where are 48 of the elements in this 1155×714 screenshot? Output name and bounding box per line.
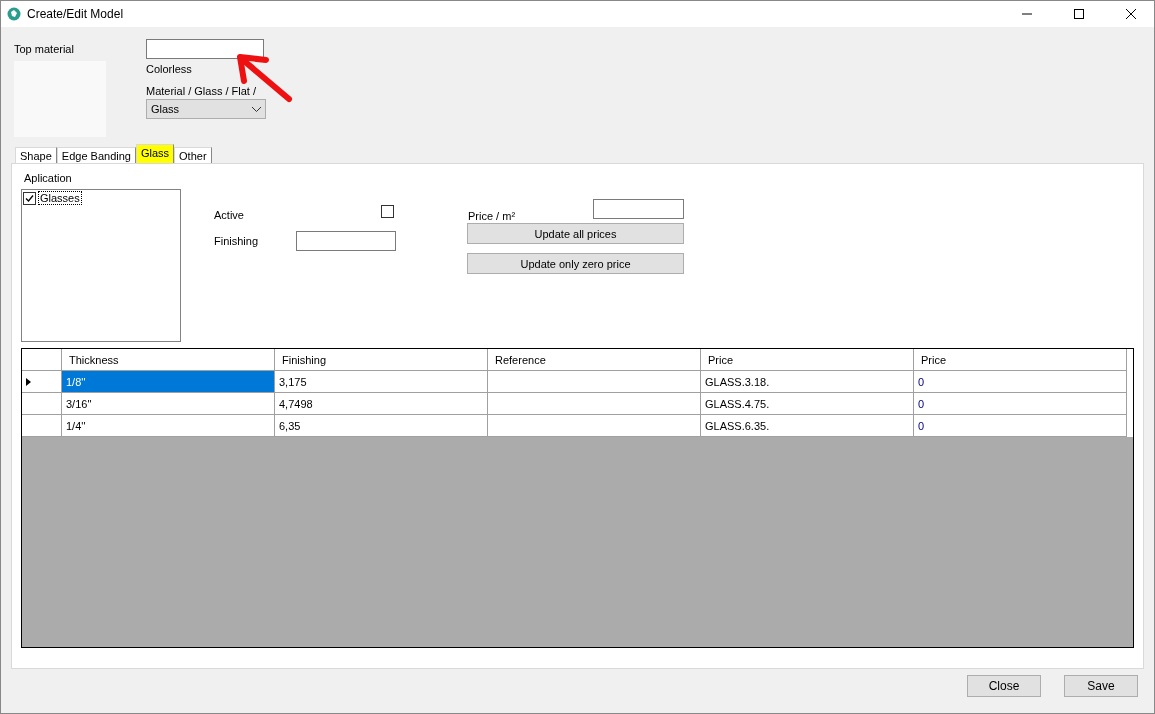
window-title: Create/Edit Model	[27, 7, 125, 21]
table-cell: 4,7498	[275, 393, 488, 415]
column-header[interactable]: Price	[914, 349, 1127, 371]
column-header[interactable]: Finishing	[275, 349, 488, 371]
list-item[interactable]: Glasses	[38, 191, 82, 205]
current-row-icon	[26, 377, 31, 386]
app-icon	[7, 7, 21, 21]
table-cell: 6,35	[275, 415, 488, 437]
tab[interactable]: Other	[174, 147, 212, 163]
tab[interactable]: Shape	[15, 147, 57, 163]
update-button[interactable]: Update only zero price	[467, 253, 684, 274]
table-cell: 1/8''	[62, 371, 275, 393]
active-checkbox[interactable]	[381, 204, 394, 218]
footer-button[interactable]: Save	[1064, 675, 1138, 697]
tab[interactable]: Glass	[135, 144, 175, 163]
active-label: Active	[214, 209, 244, 221]
table-cell: 1/4''	[62, 415, 275, 437]
column-header[interactable]: Reference	[488, 349, 701, 371]
chevron-down-icon	[252, 106, 261, 112]
table-cell: 0	[914, 415, 1127, 437]
code-field[interactable]	[146, 39, 264, 59]
price-field[interactable]	[593, 199, 684, 219]
footer-button[interactable]: Close	[967, 675, 1041, 697]
table-row[interactable]: 3/16'' 4,7498 GLASS.4.75. 0	[22, 393, 1133, 415]
table-cell: 3,175	[275, 371, 488, 393]
checkbox[interactable]	[23, 191, 36, 205]
table-cell: GLASS.6.35.	[701, 415, 914, 437]
table-cell: GLASS.4.75.	[701, 393, 914, 415]
table-row[interactable]: 1/8'' 3,175 GLASS.3.18. 0	[22, 371, 1133, 393]
column-header[interactable]: Price	[701, 349, 914, 371]
table-cell: 3/16''	[62, 393, 275, 415]
finishing-label: Finishing	[214, 235, 259, 247]
table-cell: 0	[914, 371, 1127, 393]
price-label: Price / m²	[468, 210, 516, 222]
table-row[interactable]: 1/4'' 6,35 GLASS.6.35. 0	[22, 415, 1133, 437]
tab[interactable]: Edge Banding	[56, 147, 136, 163]
top-material-label: Top material	[14, 43, 75, 55]
material-dropdown[interactable]: Glass	[146, 99, 266, 119]
finishing-field[interactable]	[296, 231, 396, 251]
color-name: Colorless	[146, 63, 193, 75]
application-list[interactable]: Glasses	[21, 189, 181, 342]
table-cell: 0	[914, 393, 1127, 415]
application-label: Aplication	[24, 172, 73, 184]
column-header[interactable]: Thickness	[62, 349, 275, 371]
update-button[interactable]: Update all prices	[467, 223, 684, 244]
table-cell: GLASS.3.18.	[701, 371, 914, 393]
material-path: Material / Glass / Flat /	[146, 85, 258, 97]
row-header[interactable]	[22, 371, 62, 393]
